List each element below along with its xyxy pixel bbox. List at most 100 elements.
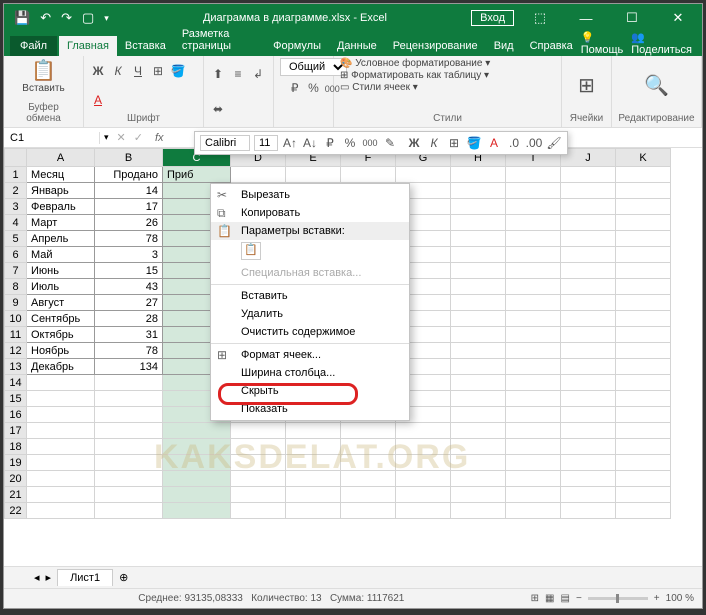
row-header[interactable]: 13 (5, 359, 27, 375)
cell[interactable] (451, 359, 506, 375)
cell[interactable] (616, 215, 671, 231)
tab-layout[interactable]: Разметка страницы (174, 24, 265, 56)
cell[interactable] (616, 327, 671, 343)
tab-insert[interactable]: Вставка (117, 36, 174, 56)
cell[interactable] (451, 375, 506, 391)
cell[interactable]: Сентябрь (27, 311, 95, 327)
mini-font-select[interactable]: Calibri (200, 135, 250, 151)
cell[interactable]: 134 (95, 359, 163, 375)
cell[interactable] (451, 439, 506, 455)
cell[interactable]: Октябрь (27, 327, 95, 343)
cell[interactable] (95, 487, 163, 503)
close-icon[interactable]: ✕ (658, 10, 698, 26)
ctx-hide[interactable]: Скрыть (211, 382, 409, 400)
cell[interactable] (396, 423, 451, 439)
paste-icon[interactable]: 📋 (31, 58, 56, 83)
cell[interactable] (231, 503, 286, 519)
cell[interactable] (561, 215, 616, 231)
mini-increase-font-icon[interactable]: A↑ (282, 135, 298, 151)
cell[interactable] (451, 343, 506, 359)
fill-color-icon[interactable]: 🪣 (170, 63, 186, 79)
format-as-table-button[interactable]: ⊞ Форматировать как таблицу ▾ (340, 70, 489, 81)
cell[interactable] (163, 471, 231, 487)
sheet-nav-next-icon[interactable]: ▸ (46, 571, 52, 584)
mini-format-painter-icon[interactable]: ✎ (382, 135, 398, 151)
tab-formulas[interactable]: Формулы (265, 36, 329, 56)
cell[interactable] (616, 503, 671, 519)
mini-thousands-icon[interactable]: 000 (362, 135, 378, 151)
tab-view[interactable]: Вид (486, 36, 522, 56)
cell[interactable]: Месяц (27, 167, 95, 183)
cell[interactable]: 43 (95, 279, 163, 295)
cell[interactable]: Приб (163, 167, 231, 183)
undo-icon[interactable]: ↶ (40, 10, 51, 26)
cell[interactable]: 15 (95, 263, 163, 279)
cell[interactable]: Декабрь (27, 359, 95, 375)
cell[interactable] (616, 295, 671, 311)
name-box[interactable]: C1 (4, 132, 100, 144)
align-mid-icon[interactable]: ≡ (230, 66, 246, 82)
ctx-copy[interactable]: ⧉Копировать (211, 204, 409, 222)
cell[interactable]: Продано (95, 167, 163, 183)
row-header[interactable]: 7 (5, 263, 27, 279)
cell-styles-button[interactable]: ▭ Стили ячеек ▾ (340, 82, 418, 93)
camera-icon[interactable]: ▢ (82, 10, 94, 26)
border-icon[interactable]: ⊞ (150, 63, 166, 79)
mini-decimal-inc-icon[interactable]: .0 (506, 135, 522, 151)
col-header-b[interactable]: B (95, 149, 163, 167)
cell[interactable] (451, 471, 506, 487)
select-all[interactable] (5, 149, 27, 167)
cell[interactable] (616, 407, 671, 423)
cell[interactable] (506, 247, 561, 263)
cell[interactable] (163, 487, 231, 503)
cell[interactable] (451, 263, 506, 279)
cell[interactable] (163, 423, 231, 439)
cell[interactable] (27, 407, 95, 423)
fx-icon[interactable]: fx (147, 132, 172, 144)
cell[interactable] (506, 407, 561, 423)
cell[interactable] (451, 487, 506, 503)
cell[interactable]: Июнь (27, 263, 95, 279)
cell[interactable] (341, 471, 396, 487)
cell[interactable] (506, 343, 561, 359)
cell[interactable] (27, 375, 95, 391)
cell[interactable] (451, 327, 506, 343)
cell[interactable] (561, 375, 616, 391)
cell[interactable] (231, 487, 286, 503)
cell[interactable] (506, 231, 561, 247)
cell[interactable] (616, 455, 671, 471)
cell[interactable] (506, 167, 561, 183)
cell[interactable]: Август (27, 295, 95, 311)
row-header[interactable]: 11 (5, 327, 27, 343)
cell[interactable]: 14 (95, 183, 163, 199)
cell[interactable] (396, 455, 451, 471)
tell-me[interactable]: 💡 Помощь (581, 31, 624, 56)
cell[interactable] (506, 311, 561, 327)
cell[interactable] (506, 327, 561, 343)
cell[interactable] (341, 503, 396, 519)
cell[interactable] (561, 487, 616, 503)
cell[interactable] (451, 247, 506, 263)
cell[interactable] (27, 503, 95, 519)
cell[interactable] (561, 183, 616, 199)
mini-fill-icon[interactable]: 🪣 (466, 135, 482, 151)
cell[interactable]: 3 (95, 247, 163, 263)
cell[interactable] (561, 231, 616, 247)
cell[interactable] (506, 359, 561, 375)
col-header-k[interactable]: K (616, 149, 671, 167)
tab-data[interactable]: Данные (329, 36, 385, 56)
cell[interactable] (506, 471, 561, 487)
cell[interactable] (95, 391, 163, 407)
cell[interactable] (506, 263, 561, 279)
ctx-format-cells[interactable]: ⊞Формат ячеек... (211, 346, 409, 364)
ctx-clear[interactable]: Очистить содержимое (211, 323, 409, 341)
view-normal-icon[interactable]: ⊞ (531, 593, 539, 604)
zoom-level[interactable]: 100 % (666, 593, 694, 604)
percent-icon[interactable]: % (306, 80, 322, 96)
view-layout-icon[interactable]: ▦ (545, 593, 554, 604)
cell[interactable]: 26 (95, 215, 163, 231)
cell[interactable] (341, 167, 396, 183)
cell[interactable] (286, 167, 341, 183)
row-header[interactable]: 15 (5, 391, 27, 407)
cell[interactable] (286, 439, 341, 455)
